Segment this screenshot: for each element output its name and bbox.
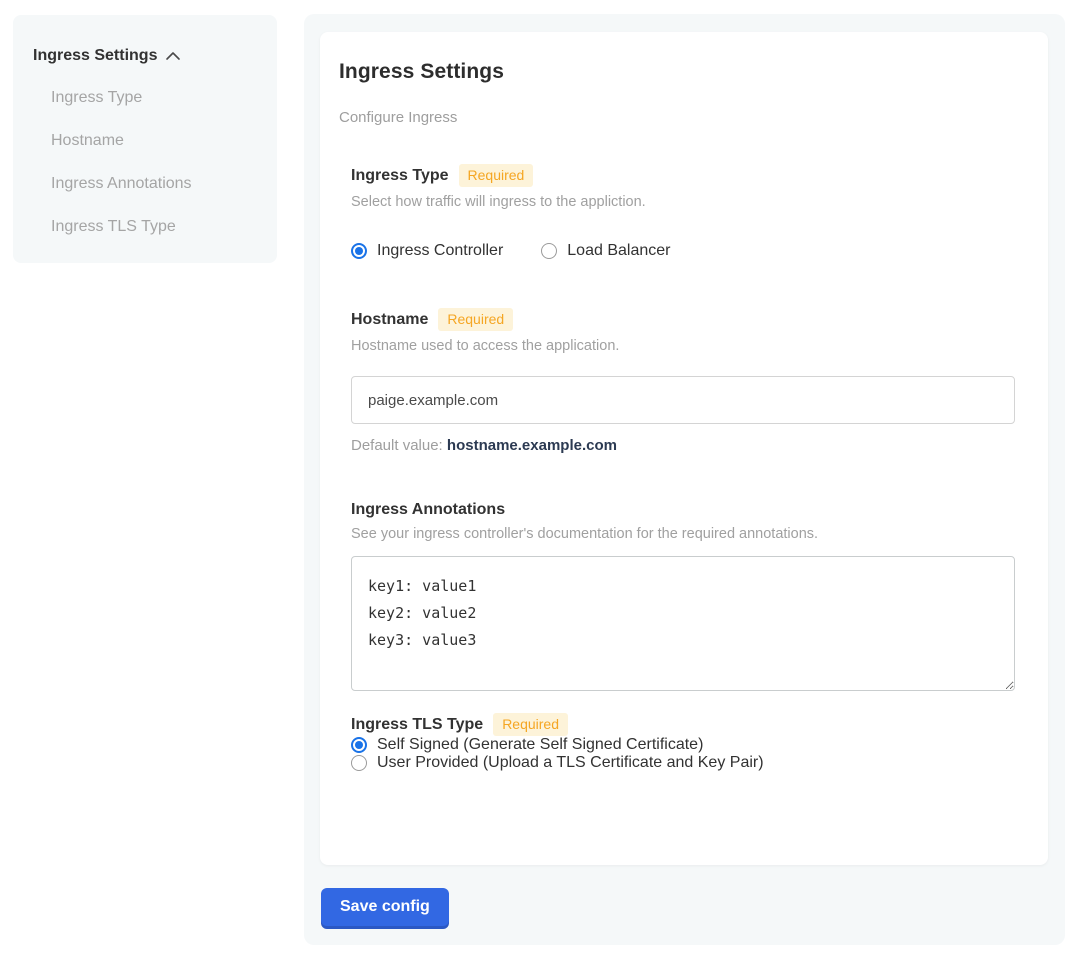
radio-self-signed[interactable]: Self Signed (Generate Self Signed Certif… <box>351 736 1015 754</box>
sidebar-group-title: Ingress Settings <box>33 47 157 65</box>
field-label-ingress-annotations: Ingress Annotations <box>351 501 505 519</box>
radio-label-ingress-controller: Ingress Controller <box>377 242 503 260</box>
radio-load-balancer[interactable]: Load Balancer <box>541 242 670 260</box>
config-nav-sidebar: Ingress Settings Ingress Type Hostname I… <box>13 15 277 263</box>
field-group-ingress-annotations: Ingress Annotations See your ingress con… <box>351 501 1015 691</box>
required-badge: Required <box>438 308 513 331</box>
hostname-default-line: Default value: hostname.example.com <box>351 437 1015 454</box>
ingress-annotations-textarea[interactable]: key1: value1 key2: value2 key3: value3 <box>351 556 1015 691</box>
field-group-ingress-tls-type: Ingress TLS Type Required Self Signed (G… <box>351 713 1015 772</box>
radio-selected-icon <box>351 737 367 753</box>
radio-label-self-signed: Self Signed (Generate Self Signed Certif… <box>377 736 703 754</box>
radio-unselected-icon <box>541 243 557 259</box>
sidebar-group-toggle[interactable]: Ingress Settings <box>33 47 257 65</box>
field-help-ingress-annotations: See your ingress controller's documentat… <box>351 526 1015 542</box>
field-label-ingress-tls-type: Ingress TLS Type <box>351 716 483 734</box>
config-panel: Ingress Settings Configure Ingress Ingre… <box>304 14 1065 945</box>
radio-label-user-provided: User Provided (Upload a TLS Certificate … <box>377 754 764 772</box>
config-card: Ingress Settings Configure Ingress Ingre… <box>320 32 1048 865</box>
save-config-button[interactable]: Save config <box>321 888 449 926</box>
radio-user-provided[interactable]: User Provided (Upload a TLS Certificate … <box>351 754 1015 772</box>
default-value-text: hostname.example.com <box>447 437 617 454</box>
field-label-ingress-type: Ingress Type <box>351 167 449 185</box>
sidebar-item-list: Ingress Type Hostname Ingress Annotation… <box>51 89 257 236</box>
chevron-up-icon <box>165 50 181 62</box>
page-title: Ingress Settings <box>339 60 1015 84</box>
hostname-input[interactable] <box>351 376 1015 424</box>
default-value-prefix: Default value: <box>351 437 443 454</box>
ingress-type-radio-group: Ingress Controller Load Balancer <box>351 242 1015 260</box>
required-badge: Required <box>493 713 568 736</box>
field-help-ingress-type: Select how traffic will ingress to the a… <box>351 194 1015 210</box>
radio-label-load-balancer: Load Balancer <box>567 242 670 260</box>
field-group-ingress-type: Ingress Type Required Select how traffic… <box>351 164 1015 260</box>
field-help-hostname: Hostname used to access the application. <box>351 338 1015 354</box>
sidebar-item-ingress-tls-type[interactable]: Ingress TLS Type <box>51 218 257 236</box>
sidebar-item-ingress-type[interactable]: Ingress Type <box>51 89 257 107</box>
sidebar-item-hostname[interactable]: Hostname <box>51 132 257 150</box>
radio-ingress-controller[interactable]: Ingress Controller <box>351 242 503 260</box>
required-badge: Required <box>459 164 534 187</box>
field-group-hostname: Hostname Required Hostname used to acces… <box>351 308 1015 454</box>
field-label-hostname: Hostname <box>351 311 428 329</box>
radio-unselected-icon <box>351 755 367 771</box>
page-subtitle: Configure Ingress <box>339 109 1015 126</box>
radio-selected-icon <box>351 243 367 259</box>
sidebar-item-ingress-annotations[interactable]: Ingress Annotations <box>51 175 257 193</box>
